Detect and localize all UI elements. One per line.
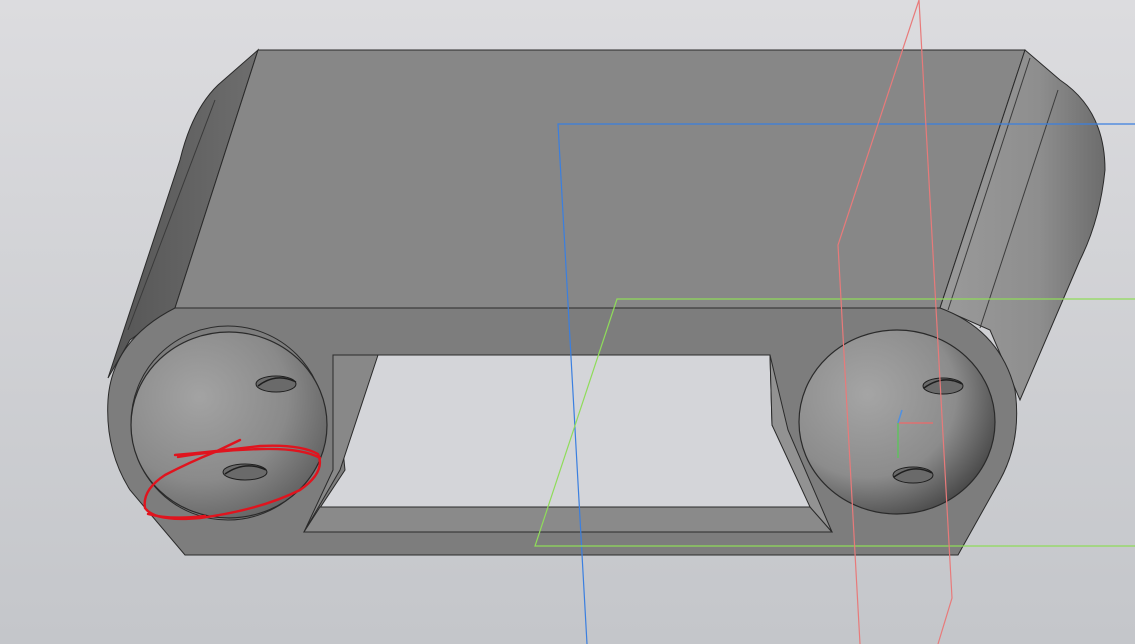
top-face: [174, 49, 1026, 309]
opening-inner-floor: [303, 506, 834, 533]
model-view-canvas[interactable]: [0, 0, 1135, 644]
right-cup: [798, 329, 996, 515]
3d-viewport[interactable]: [0, 0, 1135, 644]
front-opening: [303, 354, 833, 533]
